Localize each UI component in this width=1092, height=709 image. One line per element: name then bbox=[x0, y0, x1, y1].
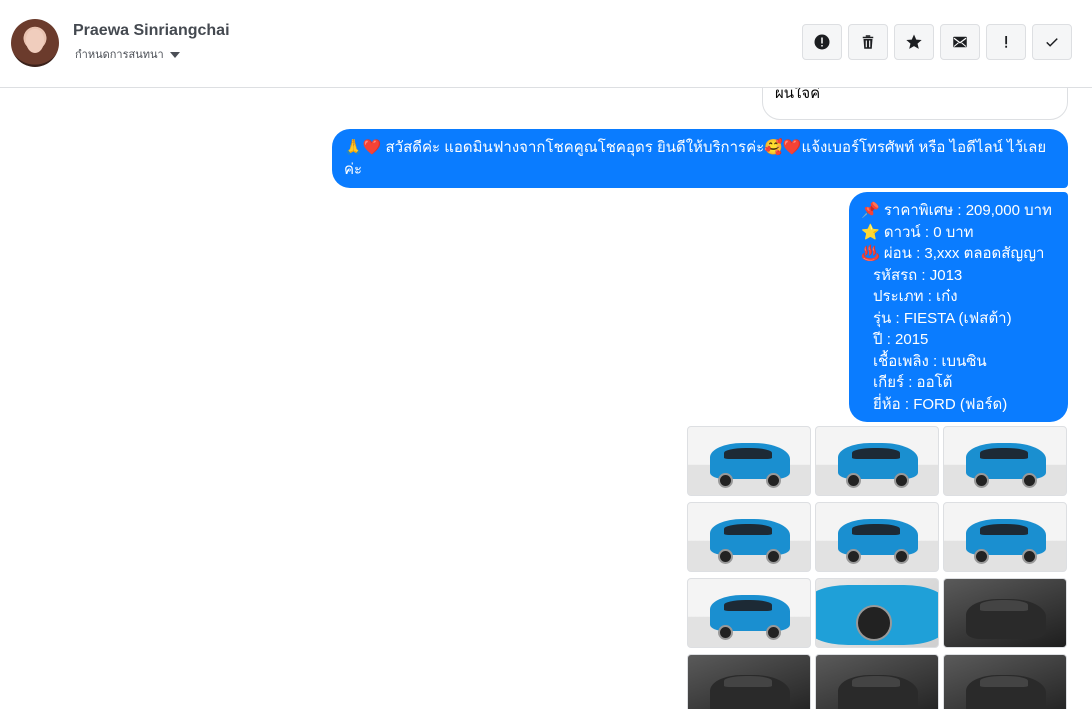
conversation-header: Praewa Sinriangchai กำหนดการสนทนา bbox=[0, 0, 1092, 88]
alert-circle-icon bbox=[814, 34, 830, 50]
check-icon bbox=[1046, 38, 1058, 47]
car-side-photo[interactable] bbox=[687, 578, 811, 648]
car-console-photo[interactable] bbox=[815, 654, 939, 709]
previous-message: ผนใจค่ bbox=[762, 88, 1068, 120]
caret-down-icon bbox=[169, 51, 180, 58]
fuel-line: เชื้อเพลิง : เบนซิน bbox=[873, 352, 987, 370]
envelope-icon bbox=[953, 36, 967, 48]
car-steering-photo[interactable] bbox=[943, 654, 1067, 709]
installment-line: ♨️ ผ่อน : 3,xxx ตลอดสัญญา bbox=[861, 245, 1045, 262]
car-rear-right-photo[interactable] bbox=[943, 502, 1067, 572]
message-thread[interactable]: ผนใจค่ 🙏❤️ สวัสดีค่ะ แอดมินฟางจากโชคคูณโ… bbox=[0, 88, 1092, 709]
car-rear-photo[interactable] bbox=[815, 502, 939, 572]
car-wheel-photo[interactable] bbox=[815, 578, 939, 648]
car-door-interior-photo[interactable] bbox=[943, 578, 1067, 648]
avatar[interactable] bbox=[11, 19, 59, 67]
car-details-message: 📌 ราคาพิเศษ : 209,000 บาท ⭐ ดาวน์ : 0 บา… bbox=[849, 192, 1068, 422]
year-line: ปี : 2015 bbox=[873, 331, 929, 348]
schedule-dropdown[interactable]: กำหนดการสนทนา bbox=[75, 45, 180, 63]
trash-icon bbox=[862, 35, 874, 49]
car-front-right-photo[interactable] bbox=[943, 426, 1067, 496]
down-payment-line: ⭐ ดาวน์ : 0 บาท bbox=[861, 223, 974, 241]
star-icon bbox=[906, 34, 922, 49]
schedule-label: กำหนดการสนทนา bbox=[75, 49, 164, 61]
contact-name[interactable]: Praewa Sinriangchai bbox=[73, 22, 230, 40]
done-button[interactable] bbox=[1032, 24, 1072, 60]
photo-gallery bbox=[687, 426, 1067, 709]
model-line: รุ่น : FIESTA (เฟสต้า) bbox=[873, 309, 1012, 327]
greeting-message: 🙏❤️ สวัสดีค่ะ แอดมินฟางจากโชคคูณโชคอุดร … bbox=[332, 129, 1068, 188]
brand-line: ยี่ห้อ : FORD (ฟอร์ด) bbox=[873, 395, 1008, 413]
previous-message-text: ผนใจค่ bbox=[775, 88, 821, 102]
mail-button[interactable] bbox=[940, 24, 980, 60]
report-button[interactable] bbox=[802, 24, 842, 60]
car-code-line: รหัสรถ : J013 bbox=[873, 266, 963, 284]
car-dashboard-photo[interactable] bbox=[687, 654, 811, 709]
car-rear-left-photo[interactable] bbox=[687, 502, 811, 572]
car-front-photo[interactable] bbox=[815, 426, 939, 496]
type-line: ประเภท : เก๋ง bbox=[873, 288, 958, 305]
important-button[interactable] bbox=[986, 24, 1026, 60]
price-line: 📌 ราคาพิเศษ : 209,000 บาท bbox=[861, 202, 1052, 219]
gear-line: เกียร์ : ออโต้ bbox=[873, 374, 953, 391]
exclamation-icon bbox=[1005, 36, 1008, 48]
delete-button[interactable] bbox=[848, 24, 888, 60]
action-toolbar bbox=[802, 24, 1072, 60]
car-front-left-photo[interactable] bbox=[687, 426, 811, 496]
star-button[interactable] bbox=[894, 24, 934, 60]
